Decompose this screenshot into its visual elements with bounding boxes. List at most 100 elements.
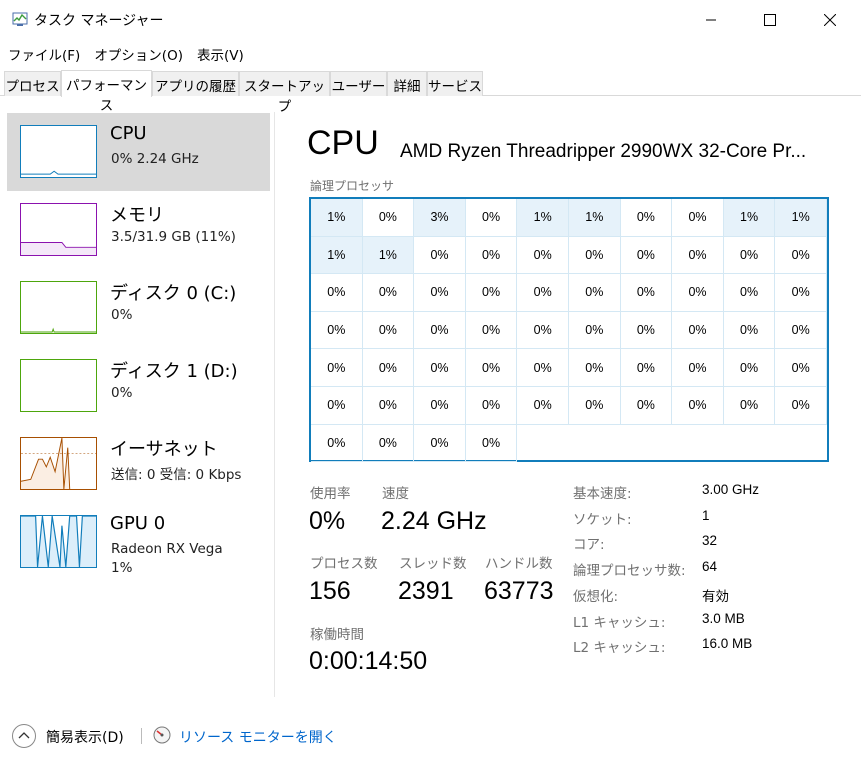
logical-processor-cell: 0% [775,311,827,350]
logical-processor-cell: 0% [620,199,673,237]
menu-file[interactable]: ファイル(F) [8,40,80,64]
logical-processor-cell: 0% [311,274,363,312]
resource-disk-1[interactable]: ディスク 1 (D:) 0% [7,347,270,425]
spec-cores-value: 32 [702,533,718,548]
logical-processor-cell: 0% [465,236,518,275]
minimize-icon [706,19,716,21]
close-icon [824,14,836,26]
speed-value: 2.24 GHz [381,507,487,535]
memory-thumbnail-graph [20,203,97,256]
resource-detail: 送信: 0 受信: 0 Kbps [111,467,242,483]
chevron-up-icon [18,732,30,739]
logical-processor-cell: 0% [569,236,621,275]
resource-detail: Radeon RX Vega [111,541,223,557]
processes-label: プロセス数 [310,556,378,572]
logical-processor-cell: 0% [465,349,518,387]
tab-app-history[interactable]: アプリの履歴 [152,71,239,96]
minimize-button[interactable] [681,0,741,40]
resource-memory[interactable]: メモリ 3.5/31.9 GB (11%) [7,191,270,269]
close-button[interactable] [800,0,860,40]
spec-sockets-label: ソケット: [573,512,632,528]
fewer-details-button[interactable] [12,724,36,748]
usage-label: 使用率 [310,486,351,502]
logical-processor-cell: 0% [775,387,827,425]
logical-processor-cell: 0% [414,349,466,387]
logical-processor-cell: 0% [311,311,363,350]
logical-processor-cell: 0% [723,274,776,312]
spec-logical-processors-value: 64 [702,559,718,574]
resource-detail: 0% [111,307,133,323]
logical-processor-cell: 0% [362,349,415,387]
maximize-button[interactable] [740,0,800,40]
disk-0-thumbnail-graph [20,281,97,334]
logical-processor-cell: 0% [723,387,776,425]
logical-processor-cell: 0% [517,236,569,275]
resource-disk-0[interactable]: ディスク 0 (C:) 0% [7,269,270,347]
logical-processor-cell: 0% [569,349,621,387]
disk-1-thumbnail-graph [20,359,97,412]
logical-processor-cell: 0% [775,349,827,387]
gpu-thumbnail-graph [20,515,97,568]
tab-services[interactable]: サービス [427,71,483,96]
tab-performance[interactable]: パフォーマンス [61,70,152,114]
logical-processor-cell: 0% [672,274,724,312]
resource-name: ディスク 0 (C:) [110,283,237,304]
logical-processor-grid: 1% 0% 3% 0% 1% 1% 0% 0% 1% 1% 1% 1% 0% 0% 0% 0% 0% 0% 0% 0%… [309,197,829,463]
cpu-heading: CPU [307,124,379,162]
logical-processor-cell: 0% [362,274,415,312]
processes-value: 156 [309,577,351,605]
tab-startup[interactable]: スタートアップ [239,71,330,115]
logical-processor-cell: 0% [775,274,827,312]
threads-label: スレッド数 [399,556,467,572]
resource-ethernet[interactable]: イーサネット 送信: 0 受信: 0 Kbps [7,425,270,503]
menu-bar: ファイル(F) オプション(O) 表示(V) [0,40,250,64]
logical-processor-cell: 0% [672,199,724,237]
logical-processor-cell: 0% [311,424,363,463]
logical-processor-cell: 0% [362,387,415,425]
logical-processor-cell: 0% [414,424,466,463]
cpu-model-name: AMD Ryzen Threadripper 2990WX 32-Core Pr… [400,141,807,162]
resource-name: イーサネット [110,439,218,460]
tab-details[interactable]: 詳細 [387,71,427,96]
logical-processor-cell: 0% [620,349,673,387]
logical-processor-cell: 0% [672,349,724,387]
logical-processor-cell: 3% [414,199,466,237]
pane-divider[interactable] [274,112,275,697]
logical-processor-cell: 0% [465,424,518,463]
logical-processor-cell: 0% [620,274,673,312]
logical-processor-cell: 1% [775,199,827,237]
speed-label: 速度 [382,486,409,502]
spec-base-speed-value: 3.00 GHz [702,482,760,497]
logical-processor-cell: 1% [311,236,363,275]
logical-processors-label: 論理プロセッサ [310,179,395,193]
logical-processor-cell: 0% [465,274,518,312]
logical-processor-cell: 1% [569,199,621,237]
logical-processor-cell: 0% [311,387,363,425]
open-resource-monitor-link[interactable]: リソース モニターを開く [179,727,337,747]
resource-usage: 1% [111,560,133,576]
resource-detail: 3.5/31.9 GB (11%) [111,229,236,245]
menu-options[interactable]: オプション(O) [94,40,183,64]
menu-view[interactable]: 表示(V) [197,40,244,64]
fewer-details-link[interactable]: 簡易表示(D) [46,727,124,747]
logical-processor-cell: 0% [517,387,569,425]
resource-detail: 0% [111,385,133,401]
resource-gpu-0[interactable]: GPU 0 Radeon RX Vega 1% [7,503,270,581]
spec-cores-label: コア: [573,537,605,553]
logical-processor-cell: 0% [723,236,776,275]
tab-users[interactable]: ユーザー [330,71,387,96]
usage-value: 0% [309,507,346,535]
resource-monitor-icon [153,726,171,744]
logical-processor-cell: 0% [414,236,466,275]
logical-processor-cell: 0% [620,311,673,350]
resource-detail: 0% 2.24 GHz [111,151,199,167]
footer: 簡易表示(D) リソース モニターを開く [0,712,861,762]
logical-processor-cell: 0% [465,387,518,425]
tab-processes[interactable]: プロセス [4,71,61,96]
spec-sockets-value: 1 [702,508,710,523]
resource-cpu[interactable]: CPU 0% 2.24 GHz [7,113,270,191]
logical-processor-cell: 1% [362,236,415,275]
spec-virtualization-label: 仮想化: [573,589,619,605]
handles-label: ハンドル数 [485,556,553,572]
logical-processor-cell: 0% [620,236,673,275]
